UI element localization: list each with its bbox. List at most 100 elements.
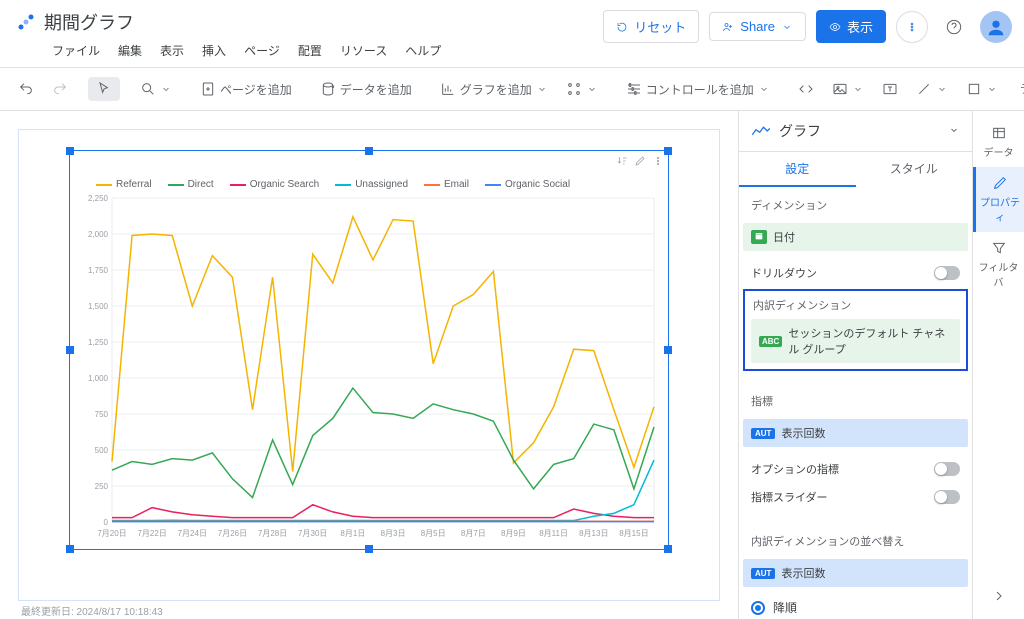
- text-button[interactable]: [874, 77, 906, 101]
- menu-resource[interactable]: リソース: [332, 40, 395, 61]
- add-page-button[interactable]: ページを追加: [192, 77, 300, 102]
- undo-button[interactable]: [10, 77, 42, 101]
- collapse-rail-button[interactable]: [991, 588, 1007, 607]
- svg-text:7月24日: 7月24日: [178, 529, 207, 538]
- svg-text:8月5日: 8月5日: [421, 529, 446, 538]
- share-button[interactable]: Share: [709, 12, 806, 41]
- line-chart-icon: [751, 124, 771, 138]
- svg-text:8月1日: 8月1日: [340, 529, 365, 538]
- edit-pencil-icon[interactable]: [634, 155, 646, 170]
- chart-more-icon[interactable]: [652, 155, 664, 170]
- chevron-down-icon: [758, 83, 770, 95]
- view-button[interactable]: 表示: [816, 10, 886, 43]
- zoom-tool[interactable]: [132, 77, 180, 101]
- toolbar: ページを追加 データを追加 グラフを追加 コントロールを追加 更新を一時停止: [0, 67, 1024, 111]
- menu-help[interactable]: ヘルプ: [397, 40, 449, 61]
- help-button[interactable]: [938, 11, 970, 43]
- menu-file[interactable]: ファイル: [44, 40, 108, 61]
- svg-text:8月7日: 8月7日: [461, 529, 486, 538]
- metric-slider-label: 指標スライダー: [751, 489, 828, 505]
- menu-page[interactable]: ページ: [236, 40, 288, 61]
- svg-text:1,500: 1,500: [88, 302, 109, 311]
- dimension-chip-date[interactable]: 日付: [743, 223, 968, 251]
- last-updated-text: 最終更新日: 2024/8/17 10:18:43: [21, 603, 163, 618]
- add-control-button[interactable]: コントロールを追加: [618, 77, 778, 102]
- svg-text:1,750: 1,750: [88, 266, 109, 275]
- sort-desc-radio[interactable]: 降順: [739, 595, 972, 619]
- rail-filter[interactable]: フィルタバ: [973, 232, 1024, 297]
- chart-legend: ReferralDirectOrganic SearchUnassignedEm…: [78, 179, 660, 194]
- svg-text:250: 250: [95, 482, 109, 491]
- svg-text:750: 750: [95, 410, 109, 419]
- svg-text:8月13日: 8月13日: [579, 529, 608, 538]
- select-tool[interactable]: [88, 77, 120, 101]
- share-label: Share: [740, 19, 775, 34]
- rail-properties[interactable]: プロパティ: [973, 167, 1024, 232]
- metric-chip[interactable]: AUT 表示回数: [743, 419, 968, 447]
- looker-studio-logo: [16, 12, 36, 32]
- optional-metric-toggle[interactable]: [934, 462, 960, 476]
- drilldown-label: ドリルダウン: [751, 265, 817, 281]
- properties-panel: グラフ 設定 スタイル ディメンション 日付 ドリルダウン 内訳ディメンション …: [738, 111, 972, 619]
- section-metric-label: 指標: [739, 379, 972, 419]
- chevron-down-icon: [586, 83, 598, 95]
- svg-text:2,250: 2,250: [88, 194, 109, 203]
- sort-metric-chip[interactable]: AUT 表示回数: [743, 559, 968, 587]
- breakdown-highlight: 内訳ディメンション ABC セッションのデフォルト チャネル グループ: [743, 289, 968, 371]
- chevron-down-icon[interactable]: [948, 124, 960, 139]
- svg-text:8月15日: 8月15日: [619, 529, 648, 538]
- report-canvas[interactable]: ReferralDirectOrganic SearchUnassignedEm…: [0, 111, 738, 619]
- panel-title: グラフ: [779, 121, 821, 141]
- section-sort-label: 内訳ディメンションの並べ替え: [739, 523, 972, 559]
- reset-label: リセット: [634, 17, 686, 36]
- chevron-down-icon: [781, 21, 793, 33]
- line-button[interactable]: [908, 77, 956, 101]
- tab-setup[interactable]: 設定: [739, 152, 856, 187]
- image-button[interactable]: [824, 77, 872, 101]
- menu-arrange[interactable]: 配置: [290, 40, 330, 61]
- chart-plot: 0 250 500 750 1,000 1,250 1,500 1,750 2,000 2,250…: [78, 194, 660, 540]
- svg-text:0: 0: [104, 518, 109, 527]
- svg-text:7月22日: 7月22日: [137, 529, 166, 538]
- sort-descending-icon[interactable]: [616, 155, 628, 170]
- svg-text:8月3日: 8月3日: [381, 529, 406, 538]
- menu-edit[interactable]: 編集: [110, 40, 150, 61]
- svg-text:500: 500: [95, 446, 109, 455]
- more-button[interactable]: [896, 11, 928, 43]
- community-viz-button[interactable]: [558, 77, 606, 101]
- tab-style[interactable]: スタイル: [856, 152, 973, 187]
- menu-view[interactable]: 表示: [152, 40, 192, 61]
- redo-button[interactable]: [44, 77, 76, 101]
- metric-slider-toggle[interactable]: [934, 490, 960, 504]
- svg-text:1,000: 1,000: [88, 374, 109, 383]
- chevron-down-icon: [536, 83, 548, 95]
- view-label: 表示: [847, 17, 873, 36]
- right-rail: データ プロパティ フィルタバ: [972, 111, 1024, 619]
- embed-button[interactable]: [790, 77, 822, 101]
- svg-text:2,000: 2,000: [88, 230, 109, 239]
- menu-insert[interactable]: 挿入: [194, 40, 234, 61]
- document-title[interactable]: 期間グラフ: [44, 9, 134, 35]
- add-chart-button[interactable]: グラフを追加: [432, 77, 556, 102]
- svg-text:8月11日: 8月11日: [539, 529, 568, 538]
- svg-text:7月20日: 7月20日: [97, 529, 126, 538]
- add-data-button[interactable]: データを追加: [312, 77, 420, 102]
- svg-text:7月28日: 7月28日: [258, 529, 287, 538]
- menubar: ファイル 編集 表示 挿入 ページ 配置 リソース ヘルプ: [0, 40, 1024, 67]
- svg-text:1,250: 1,250: [88, 338, 109, 347]
- breakdown-chip[interactable]: ABC セッションのデフォルト チャネル グループ: [751, 319, 960, 363]
- section-breakdown-label: 内訳ディメンション: [751, 295, 960, 319]
- svg-text:7月26日: 7月26日: [218, 529, 247, 538]
- drilldown-toggle[interactable]: [934, 266, 960, 280]
- svg-text:8月9日: 8月9日: [501, 529, 526, 538]
- section-dimension-label: ディメンション: [739, 187, 972, 223]
- rail-data[interactable]: データ: [973, 117, 1024, 167]
- shape-button[interactable]: [958, 77, 1006, 101]
- selected-chart[interactable]: ReferralDirectOrganic SearchUnassignedEm…: [69, 150, 669, 550]
- reset-button[interactable]: リセット: [603, 10, 699, 43]
- theme-layout-input[interactable]: [1020, 82, 1024, 96]
- account-avatar[interactable]: [980, 11, 1012, 43]
- chevron-down-icon: [160, 83, 172, 95]
- svg-text:7月30日: 7月30日: [298, 529, 327, 538]
- optional-metric-label: オプションの指標: [751, 461, 839, 477]
